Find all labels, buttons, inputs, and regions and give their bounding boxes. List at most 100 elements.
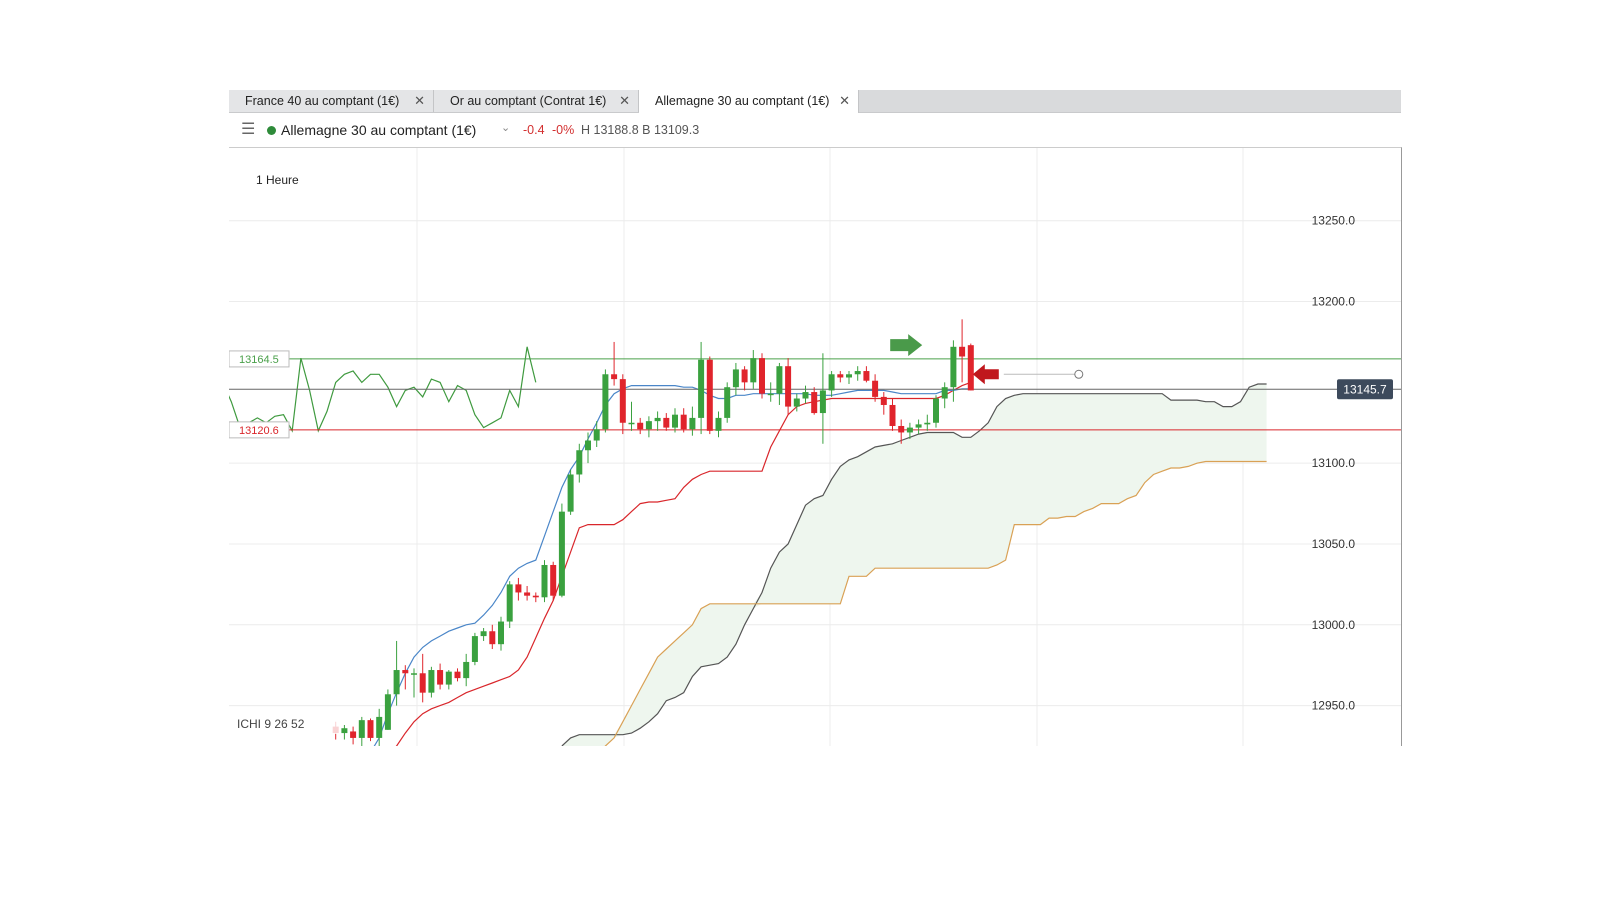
tab-or[interactable]: Or au comptant (Contrat 1€) ✕ — [434, 90, 639, 112]
candle-body[interactable] — [506, 584, 513, 622]
candle-body[interactable] — [941, 387, 948, 399]
trend-tool-handle[interactable] — [1074, 369, 1084, 379]
candle-body[interactable] — [689, 417, 696, 430]
y-tick-label: 13050.0 — [1312, 537, 1356, 551]
candle-body[interactable] — [393, 670, 400, 695]
y-tick-label: 13200.0 — [1312, 295, 1356, 309]
candle-body[interactable] — [915, 424, 922, 428]
candle-body[interactable] — [828, 374, 835, 391]
candle-body[interactable] — [802, 392, 809, 399]
chevron-down-icon[interactable]: ⌄ — [501, 121, 510, 134]
candle-body[interactable] — [471, 636, 478, 662]
chart-area[interactable]: 1 Heure 13250.0 13200.0 13100.0 13050.0 1300… — [229, 147, 1402, 746]
close-icon[interactable]: ✕ — [839, 90, 850, 112]
tab-label: France 40 au comptant (1€) — [245, 94, 400, 108]
candle-body[interactable] — [567, 474, 574, 512]
candle-body[interactable] — [411, 673, 417, 675]
candle-body[interactable] — [628, 422, 635, 425]
candle-body[interactable] — [645, 421, 652, 430]
candle-body[interactable] — [767, 393, 774, 396]
menu-icon[interactable]: ☰ — [241, 119, 255, 139]
candle-body[interactable] — [741, 369, 748, 383]
candle-body[interactable] — [663, 417, 670, 428]
candle-body[interactable] — [724, 387, 731, 418]
candle-body[interactable] — [698, 359, 705, 418]
candle-body[interactable] — [384, 694, 391, 730]
candle-body[interactable] — [619, 379, 626, 423]
candle-body[interactable] — [341, 728, 348, 734]
candle-body[interactable] — [550, 564, 557, 596]
candle-body[interactable] — [872, 380, 879, 397]
candle-body[interactable] — [489, 631, 496, 645]
candle-body[interactable] — [846, 374, 852, 378]
candle-body[interactable] — [498, 621, 504, 645]
current-price-label: 13145.7 — [1343, 382, 1387, 396]
candle-body[interactable] — [950, 346, 957, 388]
candle-body[interactable] — [367, 720, 374, 738]
candle-body[interactable] — [819, 390, 826, 414]
candle-body[interactable] — [863, 371, 870, 381]
y-tick-label: 12950.0 — [1312, 699, 1356, 713]
chart-header: ☰ Allemagne 30 au comptant (1€) ⌄ -0.4 -… — [229, 113, 1401, 147]
close-icon[interactable]: ✕ — [619, 90, 630, 112]
candle-body[interactable] — [541, 564, 548, 598]
candle-body[interactable] — [732, 369, 739, 388]
candle-body[interactable] — [376, 716, 383, 738]
candle-body[interactable] — [854, 371, 861, 375]
instrument-name[interactable]: Allemagne 30 au comptant (1€) — [281, 122, 476, 138]
candle-body[interactable] — [906, 427, 913, 433]
candle-body[interactable] — [437, 670, 444, 685]
tab-label: Allemagne 30 au comptant (1€) — [655, 94, 830, 108]
candle-body[interactable] — [933, 398, 939, 423]
candle-body[interactable] — [759, 358, 765, 394]
candle-body[interactable] — [706, 359, 713, 431]
candle-body[interactable] — [889, 404, 896, 426]
candle-body[interactable] — [776, 366, 783, 394]
candle-body[interactable] — [445, 671, 452, 685]
candle-body[interactable] — [611, 374, 618, 380]
candle-body[interactable] — [967, 345, 974, 391]
candle-body[interactable] — [358, 720, 365, 738]
candle-body[interactable] — [454, 671, 461, 679]
level-label: 13120.6 — [239, 425, 279, 437]
level-label: 13164.5 — [239, 354, 279, 366]
candle-body[interactable] — [898, 425, 905, 433]
candle-body[interactable] — [593, 429, 600, 441]
candle-body[interactable] — [350, 731, 357, 738]
price-chart[interactable]: 13250.0 13200.0 13100.0 13050.0 13000.0 12950… — [229, 148, 1401, 746]
close-icon[interactable]: ✕ — [414, 90, 425, 112]
candle-body[interactable] — [602, 374, 609, 430]
candle-body[interactable] — [463, 661, 470, 679]
candle-body[interactable] — [558, 511, 565, 596]
candle-body[interactable] — [793, 398, 800, 407]
candle-body[interactable] — [576, 450, 583, 475]
tab-allemagne-30[interactable]: Allemagne 30 au comptant (1€) ✕ — [639, 90, 859, 113]
candle-body[interactable] — [715, 417, 722, 431]
candle-body[interactable] — [524, 592, 531, 596]
tab-france-40[interactable]: France 40 au comptant (1€) ✕ — [229, 90, 434, 112]
indicator-label[interactable]: ICHI 9 26 52 — [237, 717, 305, 731]
candle-body[interactable] — [750, 358, 757, 383]
candle-body[interactable] — [637, 422, 644, 430]
candle-body[interactable] — [672, 414, 678, 428]
candle-body[interactable] — [480, 631, 487, 637]
candle-body[interactable] — [924, 422, 931, 425]
candle-body[interactable] — [532, 595, 539, 598]
candle-body[interactable] — [515, 584, 522, 593]
candle-body[interactable] — [585, 440, 591, 451]
tab-label: Or au comptant (Contrat 1€) — [450, 94, 607, 108]
candle-body[interactable] — [959, 346, 966, 357]
candle-body[interactable] — [654, 417, 661, 422]
candle-body[interactable] — [837, 374, 844, 378]
price-change-percent: -0% — [552, 123, 575, 137]
candle-body[interactable] — [419, 673, 426, 693]
red-arrow-icon — [972, 364, 999, 385]
y-tick-label: 13000.0 — [1312, 618, 1356, 632]
candle-body[interactable] — [811, 392, 818, 414]
market-status-icon — [267, 126, 276, 135]
candle-body[interactable] — [785, 366, 792, 407]
candle-body[interactable] — [428, 670, 435, 693]
candle-body[interactable] — [680, 414, 687, 430]
candle-body[interactable] — [402, 670, 409, 674]
candle-body[interactable] — [880, 396, 887, 405]
